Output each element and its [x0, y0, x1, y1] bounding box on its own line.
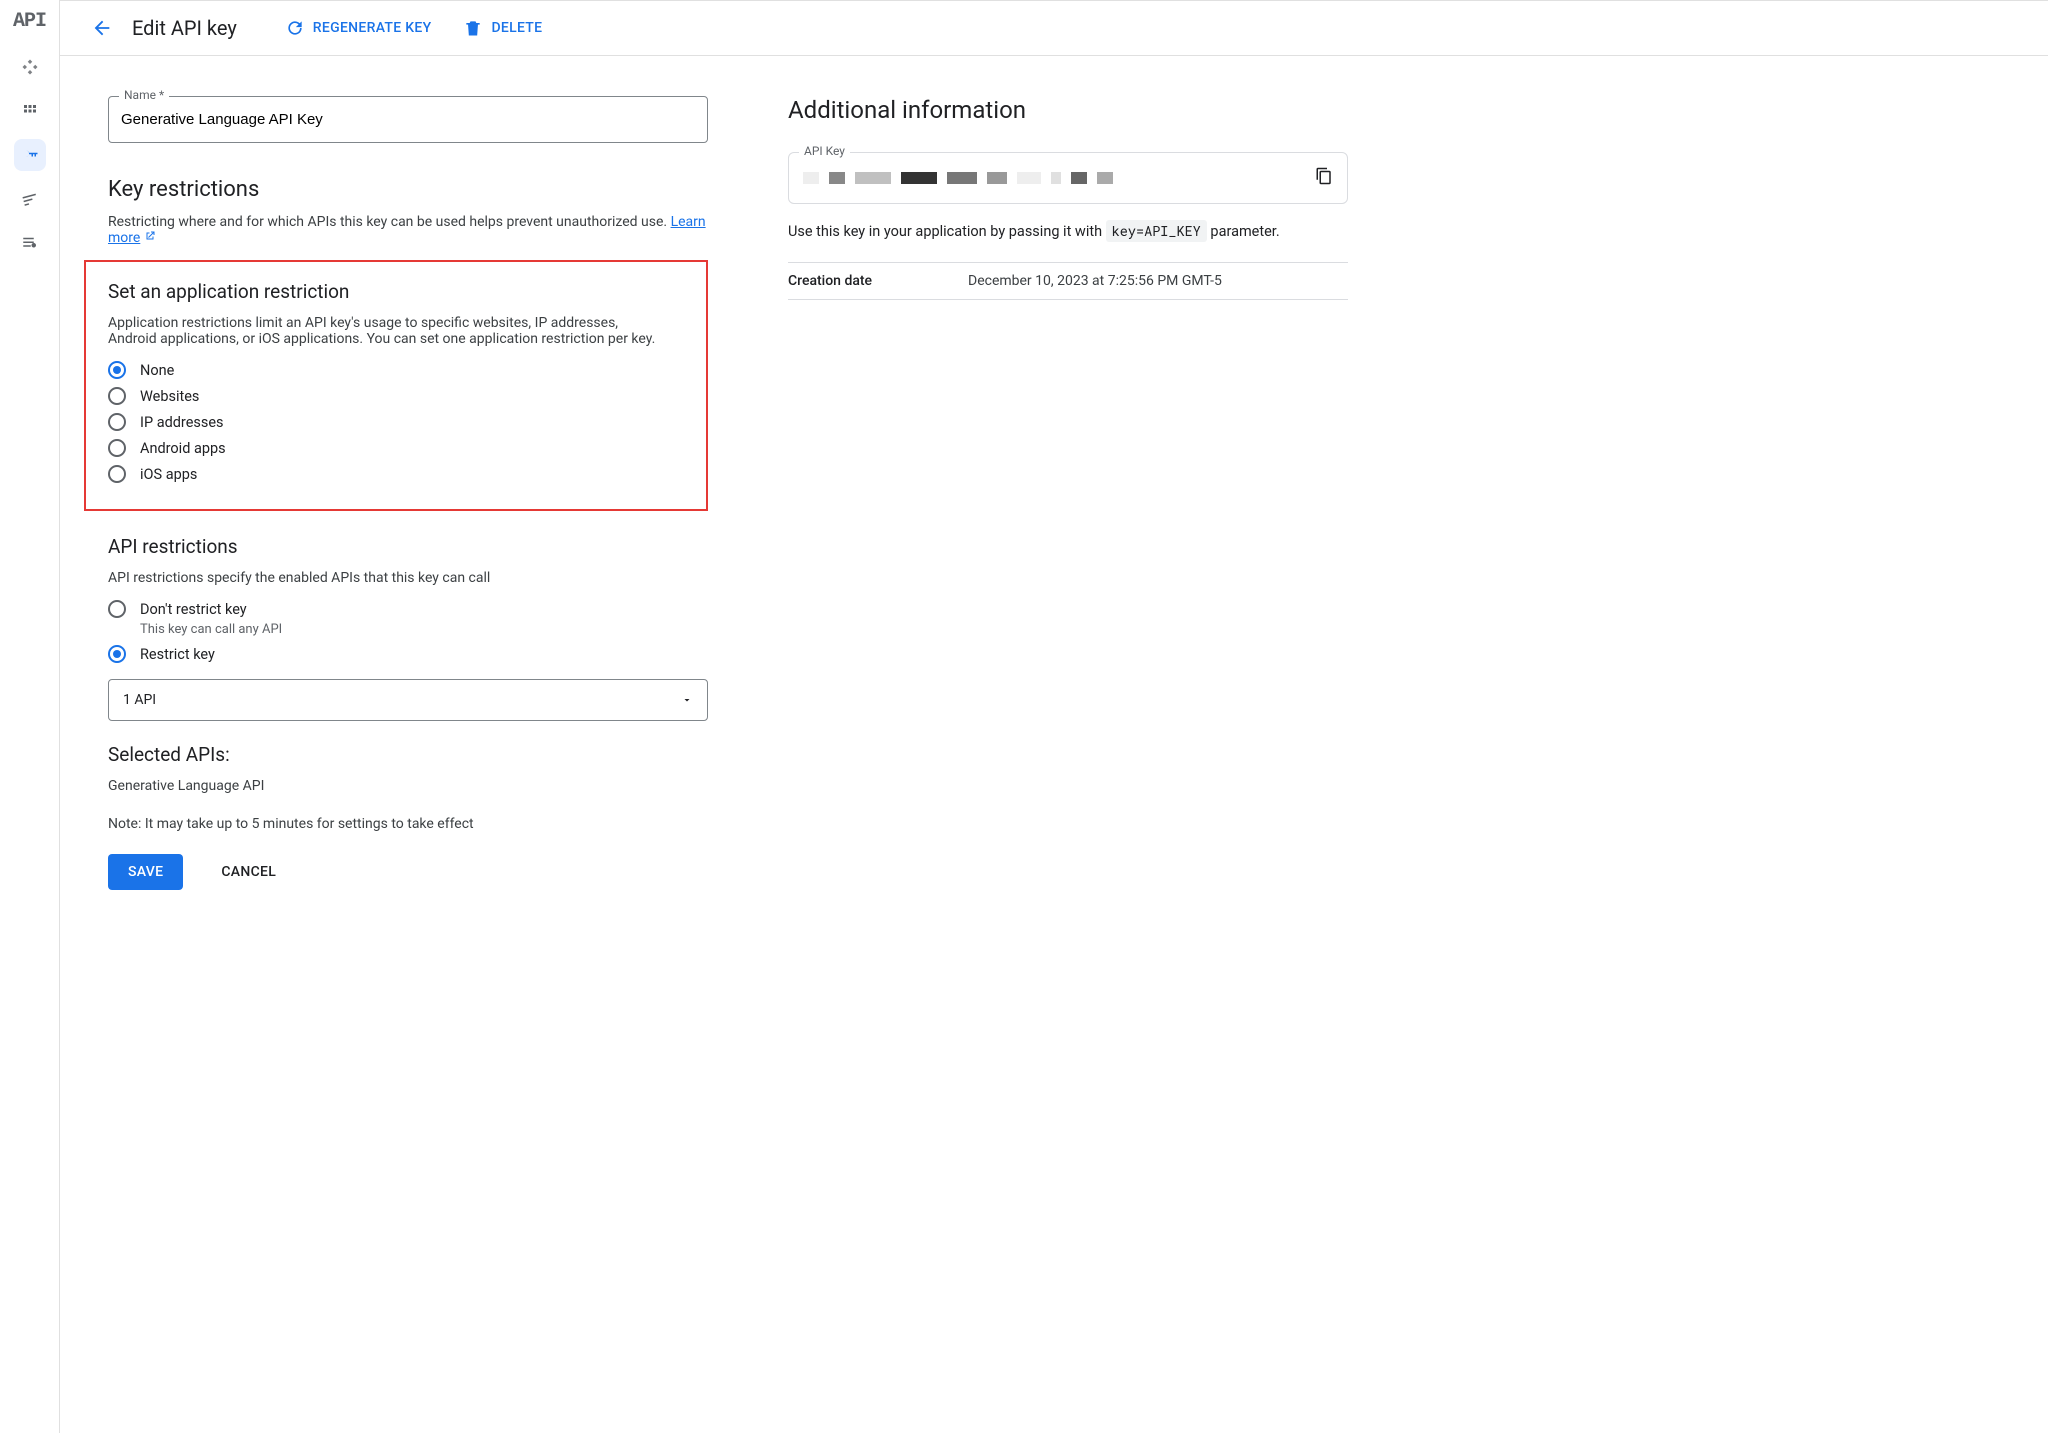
radio-none-label: None	[140, 362, 174, 379]
selected-apis-title: Selected APIs:	[108, 743, 708, 766]
consent-icon	[21, 190, 39, 208]
radio-android[interactable]: Android apps	[108, 439, 706, 457]
refresh-icon	[285, 18, 305, 38]
app-restriction-desc: Application restrictions limit an API ke…	[108, 315, 706, 347]
sidebar: API	[0, 0, 60, 1433]
back-button[interactable]	[84, 10, 120, 46]
radio-ios-label: iOS apps	[140, 466, 197, 483]
name-input[interactable]	[121, 111, 695, 128]
name-label: Name *	[119, 88, 169, 102]
delete-button[interactable]: DELETE	[463, 18, 542, 38]
api-key-box: API Key	[788, 152, 1348, 204]
radio-restrict-label: Restrict key	[140, 646, 215, 663]
radio-ip-label: IP addresses	[140, 414, 224, 431]
radio-ip[interactable]: IP addresses	[108, 413, 706, 431]
radio-android-input[interactable]	[108, 439, 126, 457]
radio-ios[interactable]: iOS apps	[108, 465, 706, 483]
app-restriction-highlight: Set an application restriction Applicati…	[84, 260, 708, 511]
creation-date-row: Creation date December 10, 2023 at 7:25:…	[788, 262, 1348, 300]
key-icon	[21, 146, 39, 164]
additional-info-title: Additional information	[788, 96, 1348, 124]
sidebar-item-credentials[interactable]	[14, 139, 46, 171]
selected-api-item: Generative Language API	[108, 778, 708, 794]
grid-icon	[21, 102, 39, 120]
radio-dont-restrict-label: Don't restrict key	[140, 601, 247, 618]
key-restrictions-title: Key restrictions	[108, 177, 708, 202]
radio-restrict[interactable]: Restrict key	[108, 645, 708, 663]
api-select-value: 1 API	[123, 692, 156, 708]
creation-date-label: Creation date	[788, 273, 968, 289]
copy-icon	[1315, 167, 1333, 185]
save-button[interactable]: SAVE	[108, 854, 183, 890]
radio-none-input[interactable]	[108, 361, 126, 379]
external-link-icon	[144, 230, 156, 242]
radio-android-label: Android apps	[140, 440, 226, 457]
hint-prefix: Use this key in your application by pass…	[788, 223, 1106, 240]
radio-none[interactable]: None	[108, 361, 706, 379]
radio-restrict-input[interactable]	[108, 645, 126, 663]
creation-date-value: December 10, 2023 at 7:25:56 PM GMT-5	[968, 273, 1222, 289]
settings-list-icon	[21, 234, 39, 252]
radio-websites[interactable]: Websites	[108, 387, 706, 405]
radio-ios-input[interactable]	[108, 465, 126, 483]
hint-code: key=API_KEY	[1106, 220, 1207, 242]
radio-dont-restrict-sub: This key can call any API	[140, 622, 708, 637]
key-restrictions-desc: Restricting where and for which APIs thi…	[108, 214, 708, 246]
radio-ip-input[interactable]	[108, 413, 126, 431]
api-select[interactable]: 1 API	[108, 679, 708, 721]
app-restriction-title: Set an application restriction	[108, 280, 706, 303]
api-key-label: API Key	[799, 144, 850, 158]
radio-websites-input[interactable]	[108, 387, 126, 405]
sidebar-item-library[interactable]	[14, 95, 46, 127]
copy-button[interactable]	[1315, 167, 1333, 189]
api-logo: API	[13, 10, 46, 33]
sidebar-item-domain[interactable]	[14, 227, 46, 259]
trash-icon	[463, 18, 483, 38]
topbar: Edit API key REGENERATE KEY DELETE	[60, 0, 2048, 56]
radio-websites-label: Websites	[140, 388, 199, 405]
settings-note: Note: It may take up to 5 minutes for se…	[108, 816, 708, 832]
diamond-plus-icon	[21, 58, 39, 76]
api-restrictions-desc: API restrictions specify the enabled API…	[108, 570, 708, 586]
api-key-value	[803, 172, 1113, 184]
regenerate-label: REGENERATE KEY	[313, 20, 432, 36]
sidebar-item-enabled[interactable]	[14, 51, 46, 83]
hint-suffix: parameter.	[1210, 223, 1279, 240]
key-restrictions-desc-text: Restricting where and for which APIs thi…	[108, 214, 671, 230]
regenerate-button[interactable]: REGENERATE KEY	[285, 18, 432, 38]
name-field[interactable]: Name *	[108, 96, 708, 143]
page-title: Edit API key	[132, 16, 237, 40]
sidebar-item-oauth[interactable]	[14, 183, 46, 215]
api-restrictions-title: API restrictions	[108, 535, 708, 558]
radio-dont-restrict-input[interactable]	[108, 600, 126, 618]
delete-label: DELETE	[491, 20, 542, 36]
api-key-hint: Use this key in your application by pass…	[788, 222, 1348, 240]
arrow-left-icon	[91, 17, 113, 39]
cancel-button[interactable]: CANCEL	[201, 854, 296, 890]
radio-dont-restrict[interactable]: Don't restrict key	[108, 600, 708, 618]
chevron-down-icon	[681, 694, 693, 706]
